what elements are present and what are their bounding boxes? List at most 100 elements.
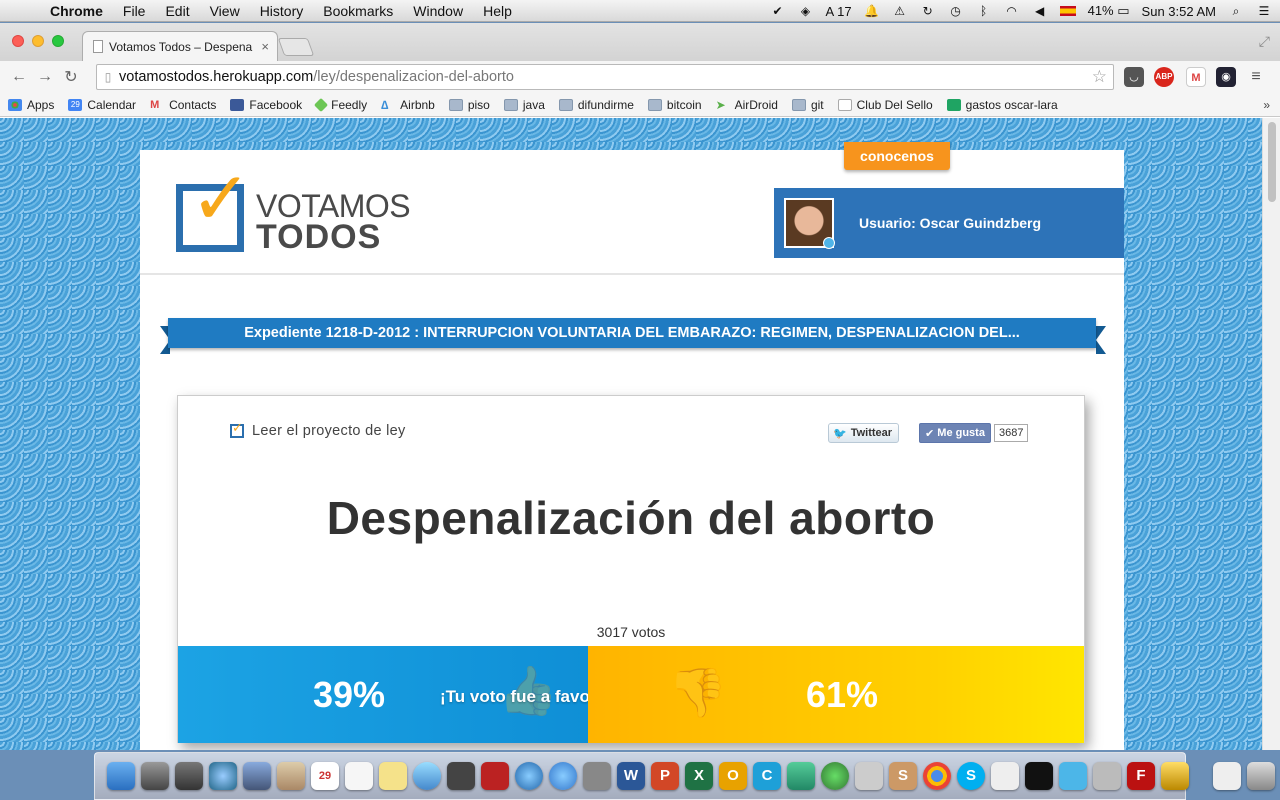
word-icon[interactable]: W — [617, 762, 645, 790]
battery-status[interactable]: 41% ▭ — [1088, 3, 1130, 19]
address-bar[interactable]: ▯ votamostodos.herokuapp.com/ley/despena… — [96, 64, 1114, 90]
fullscreen-icon[interactable]: ⤢ — [1259, 33, 1270, 50]
gmail-icon[interactable]: M — [1186, 67, 1206, 87]
launchpad-icon[interactable] — [141, 762, 169, 790]
bookmark-airbnb[interactable]: ∆ Airbnb — [381, 98, 435, 112]
chrome-menu-icon[interactable]: ≡ — [1246, 67, 1266, 87]
facebook-like-button[interactable]: ✔ Me gusta — [919, 423, 991, 443]
spy-app-icon[interactable] — [1093, 762, 1121, 790]
reminders-icon[interactable] — [345, 762, 373, 790]
bookmark-folder-difundirme[interactable]: difundirme — [558, 98, 634, 112]
page-scrollbar[interactable] — [1262, 118, 1280, 750]
bookmark-contacts[interactable]: M Contacts — [150, 98, 216, 112]
spain-flag-icon[interactable] — [1059, 6, 1076, 16]
bookmark-folder-bitcoin[interactable]: bitcoin — [647, 98, 702, 112]
excel-icon[interactable]: X — [685, 762, 713, 790]
warning-icon[interactable]: ⚠ — [892, 4, 908, 18]
more-bookmarks-icon[interactable]: » — [1263, 98, 1270, 112]
bookmark-folder-piso[interactable]: piso — [448, 98, 490, 112]
favor-segment[interactable]: 👍 39% ¡Tu voto fue a favor! — [178, 646, 602, 743]
menu-view[interactable]: View — [200, 3, 250, 19]
chrome-dock-icon[interactable] — [923, 762, 951, 790]
menu-history[interactable]: History — [250, 3, 314, 19]
extension-icon[interactable]: ◉ — [1216, 67, 1236, 87]
bookmark-club-del-sello[interactable]: Club Del Sello — [837, 98, 933, 112]
bookmark-folder-java[interactable]: java — [503, 98, 545, 112]
conocenos-tab[interactable]: conocenos — [844, 142, 950, 170]
new-tab-button[interactable] — [277, 38, 315, 56]
contra-segment[interactable]: 👎 61% — [588, 646, 1084, 743]
votamos-todos-logo[interactable]: ✓ VOTAMOS TODOS — [176, 162, 411, 258]
system-preferences-icon[interactable] — [583, 762, 611, 790]
app-store-icon[interactable] — [549, 762, 577, 790]
spotlight-search-icon[interactable]: ⌕ — [1228, 4, 1244, 18]
bookmark-feedly[interactable]: Feedly — [314, 97, 367, 112]
tab-votamos-todos[interactable]: Votamos Todos – Despena × — [82, 31, 278, 61]
bookmark-apps[interactable]: Apps — [8, 98, 54, 112]
finder-icon[interactable] — [107, 762, 135, 790]
filezilla-icon[interactable]: F — [1127, 762, 1155, 790]
skype-icon[interactable]: S — [957, 762, 985, 790]
menu-app-chrome[interactable]: Chrome — [40, 3, 113, 19]
bell-icon[interactable]: 🔔 — [864, 4, 880, 18]
terminal-icon[interactable] — [1025, 762, 1053, 790]
menu-help[interactable]: Help — [473, 3, 522, 19]
menu-bookmarks[interactable]: Bookmarks — [313, 3, 403, 19]
menu-file[interactable]: File — [113, 3, 156, 19]
x11-icon[interactable] — [855, 762, 883, 790]
close-window-button[interactable] — [12, 35, 24, 47]
back-arrow-icon[interactable]: ← — [6, 68, 32, 86]
photo-booth-icon[interactable] — [481, 762, 509, 790]
checkmark-tray-icon[interactable]: ✔ — [770, 4, 786, 18]
mail-icon[interactable] — [243, 762, 271, 790]
bookmark-star-icon[interactable]: ☆ — [1092, 67, 1107, 87]
tweet-button[interactable]: 🐦 Twittear — [828, 423, 900, 443]
messages-icon[interactable] — [413, 762, 441, 790]
calendar-dock-icon[interactable]: 29 — [311, 762, 339, 790]
minimize-window-button[interactable] — [32, 35, 44, 47]
volume-icon[interactable]: ◀ — [1032, 4, 1048, 18]
bookmark-label: Airbnb — [400, 97, 435, 112]
document-icon[interactable] — [1213, 762, 1241, 790]
time-machine-icon[interactable]: ◷ — [948, 4, 964, 18]
wifi-icon[interactable]: ◠ — [1004, 4, 1020, 18]
close-tab-icon[interactable]: × — [261, 39, 269, 54]
reload-icon[interactable]: ↻ — [58, 67, 84, 87]
powerpoint-icon[interactable]: P — [651, 762, 679, 790]
network-icon[interactable] — [821, 762, 849, 790]
bookmark-calendar[interactable]: 29 Calendar — [68, 98, 136, 112]
notification-center-icon[interactable]: ☰ — [1256, 4, 1272, 18]
preview-icon[interactable] — [991, 762, 1019, 790]
itunes-icon[interactable] — [515, 762, 543, 790]
hand-app-icon[interactable] — [1059, 762, 1087, 790]
forward-arrow-icon[interactable]: → — [32, 68, 58, 86]
adobe-notification-count[interactable]: A 17 — [826, 4, 852, 19]
bookmark-gastos[interactable]: gastos oscar-lara — [946, 98, 1058, 112]
menu-window[interactable]: Window — [403, 3, 473, 19]
outlook-icon[interactable]: O — [719, 762, 747, 790]
mission-control-icon[interactable] — [175, 762, 203, 790]
dropbox-icon[interactable]: ◈ — [798, 4, 814, 18]
menu-edit[interactable]: Edit — [155, 3, 199, 19]
sync-icon[interactable]: ↻ — [920, 4, 936, 18]
contacts-icon[interactable] — [277, 762, 305, 790]
messenger-icon[interactable] — [787, 762, 815, 790]
bookmark-airdroid[interactable]: ➤ AirDroid — [716, 98, 778, 112]
safari-icon[interactable] — [209, 762, 237, 790]
user-box[interactable]: Usuario: Oscar Guindzberg — [774, 188, 1124, 258]
sublime-text-icon[interactable]: S — [889, 762, 917, 790]
database-icon[interactable] — [1161, 762, 1189, 790]
zoom-window-button[interactable] — [52, 35, 64, 47]
bookmark-facebook[interactable]: Facebook — [230, 98, 302, 112]
clock[interactable]: Sun 3:52 AM — [1142, 4, 1216, 19]
scrollbar-thumb[interactable] — [1268, 122, 1276, 202]
bookmark-folder-git[interactable]: git — [791, 98, 824, 112]
trash-icon[interactable] — [1247, 762, 1275, 790]
read-project-link[interactable]: Leer el proyecto de ley — [230, 420, 406, 439]
facetime-icon[interactable] — [447, 762, 475, 790]
notes-icon[interactable] — [379, 762, 407, 790]
bluetooth-icon[interactable]: ᛒ — [976, 4, 992, 18]
pocket-icon[interactable]: ◡ — [1124, 67, 1144, 87]
lync-icon[interactable]: C — [753, 762, 781, 790]
adblock-plus-icon[interactable]: ABP — [1154, 67, 1174, 87]
